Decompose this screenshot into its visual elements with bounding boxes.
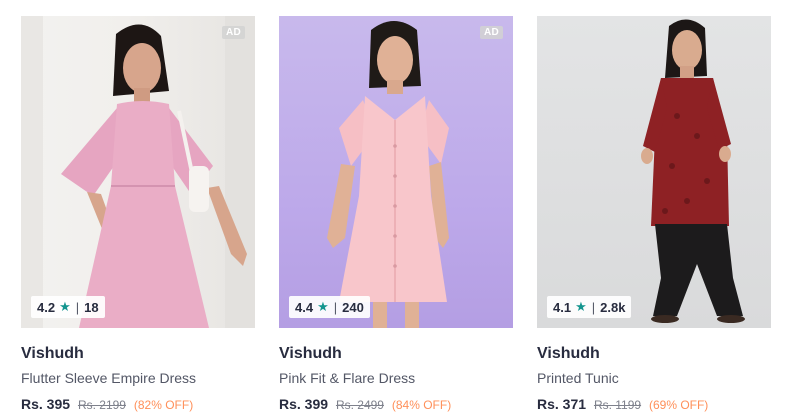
star-icon: ★: [317, 299, 329, 314]
product-card[interactable]: AD 4.4 ★ | 240 Vishudh Pink Fit & Flare …: [279, 16, 513, 412]
original-price: Rs. 2199: [77, 398, 126, 412]
rating-value: 4.2: [37, 299, 56, 315]
price-row: Rs. 399 Rs. 2499 (84% OFF): [279, 394, 513, 415]
maroon-printed-tunic-photo: [641, 19, 745, 323]
rating-badge: 4.2 ★ | 18: [31, 296, 105, 318]
product-info[interactable]: Vishudh Printed Tunic Rs. 371 Rs. 1199 (…: [537, 328, 771, 415]
selling-price: Rs. 399: [279, 396, 329, 412]
rating-badge: 4.1 ★ | 2.8k: [547, 296, 632, 318]
product-card[interactable]: 4.1 ★ | 2.8k Vishudh Printed Tunic Rs. 3…: [537, 16, 771, 412]
product-info[interactable]: Vishudh Pink Fit & Flare Dress Rs. 399 R…: [279, 328, 513, 415]
original-price: Rs. 2499: [335, 398, 384, 412]
divider: |: [333, 299, 338, 315]
product-grid: AD 4.2 ★ | 18 Vishudh Flutter Sleeve Emp…: [0, 0, 800, 418]
product-card[interactable]: AD 4.2 ★ | 18 Vishudh Flutter Sleeve Emp…: [21, 16, 255, 412]
price-row: Rs. 371 Rs. 1199 (69% OFF): [537, 394, 771, 415]
product-name: Pink Fit & Flare Dress: [279, 370, 416, 386]
rating-count: 240: [342, 299, 364, 315]
pink-fit-flare-dress-photo: [327, 21, 449, 328]
original-price: Rs. 1199: [593, 398, 642, 412]
brand-name: Vishudh: [21, 345, 84, 362]
discount-percentage: (82% OFF): [133, 398, 194, 412]
rating-badge: 4.4 ★ | 240: [289, 296, 370, 318]
star-icon: ★: [575, 299, 587, 314]
rating-count: 18: [84, 299, 99, 315]
rating-count: 2.8k: [600, 299, 626, 315]
star-icon: ★: [59, 299, 71, 314]
ad-badge: AD: [221, 26, 245, 39]
brand-name: Vishudh: [279, 345, 342, 362]
divider: |: [591, 299, 596, 315]
product-image[interactable]: 4.1 ★ | 2.8k: [537, 16, 771, 328]
ad-badge: AD: [479, 26, 503, 39]
product-image[interactable]: AD 4.4 ★ | 240: [279, 16, 513, 328]
pink-flutter-sleeve-dress-photo: [21, 16, 255, 328]
rating-value: 4.1: [553, 299, 572, 315]
discount-percentage: (84% OFF): [391, 398, 452, 412]
product-name: Flutter Sleeve Empire Dress: [21, 370, 197, 386]
rating-value: 4.4: [295, 299, 314, 315]
brand-name: Vishudh: [537, 345, 600, 362]
discount-percentage: (69% OFF): [648, 398, 709, 412]
product-name: Printed Tunic: [537, 370, 619, 386]
product-image[interactable]: AD 4.2 ★ | 18: [21, 16, 255, 328]
product-info[interactable]: Vishudh Flutter Sleeve Empire Dress Rs. …: [21, 328, 255, 415]
price-row: Rs. 395 Rs. 2199 (82% OFF): [21, 394, 255, 415]
selling-price: Rs. 395: [21, 396, 71, 412]
selling-price: Rs. 371: [537, 396, 587, 412]
divider: |: [75, 299, 80, 315]
